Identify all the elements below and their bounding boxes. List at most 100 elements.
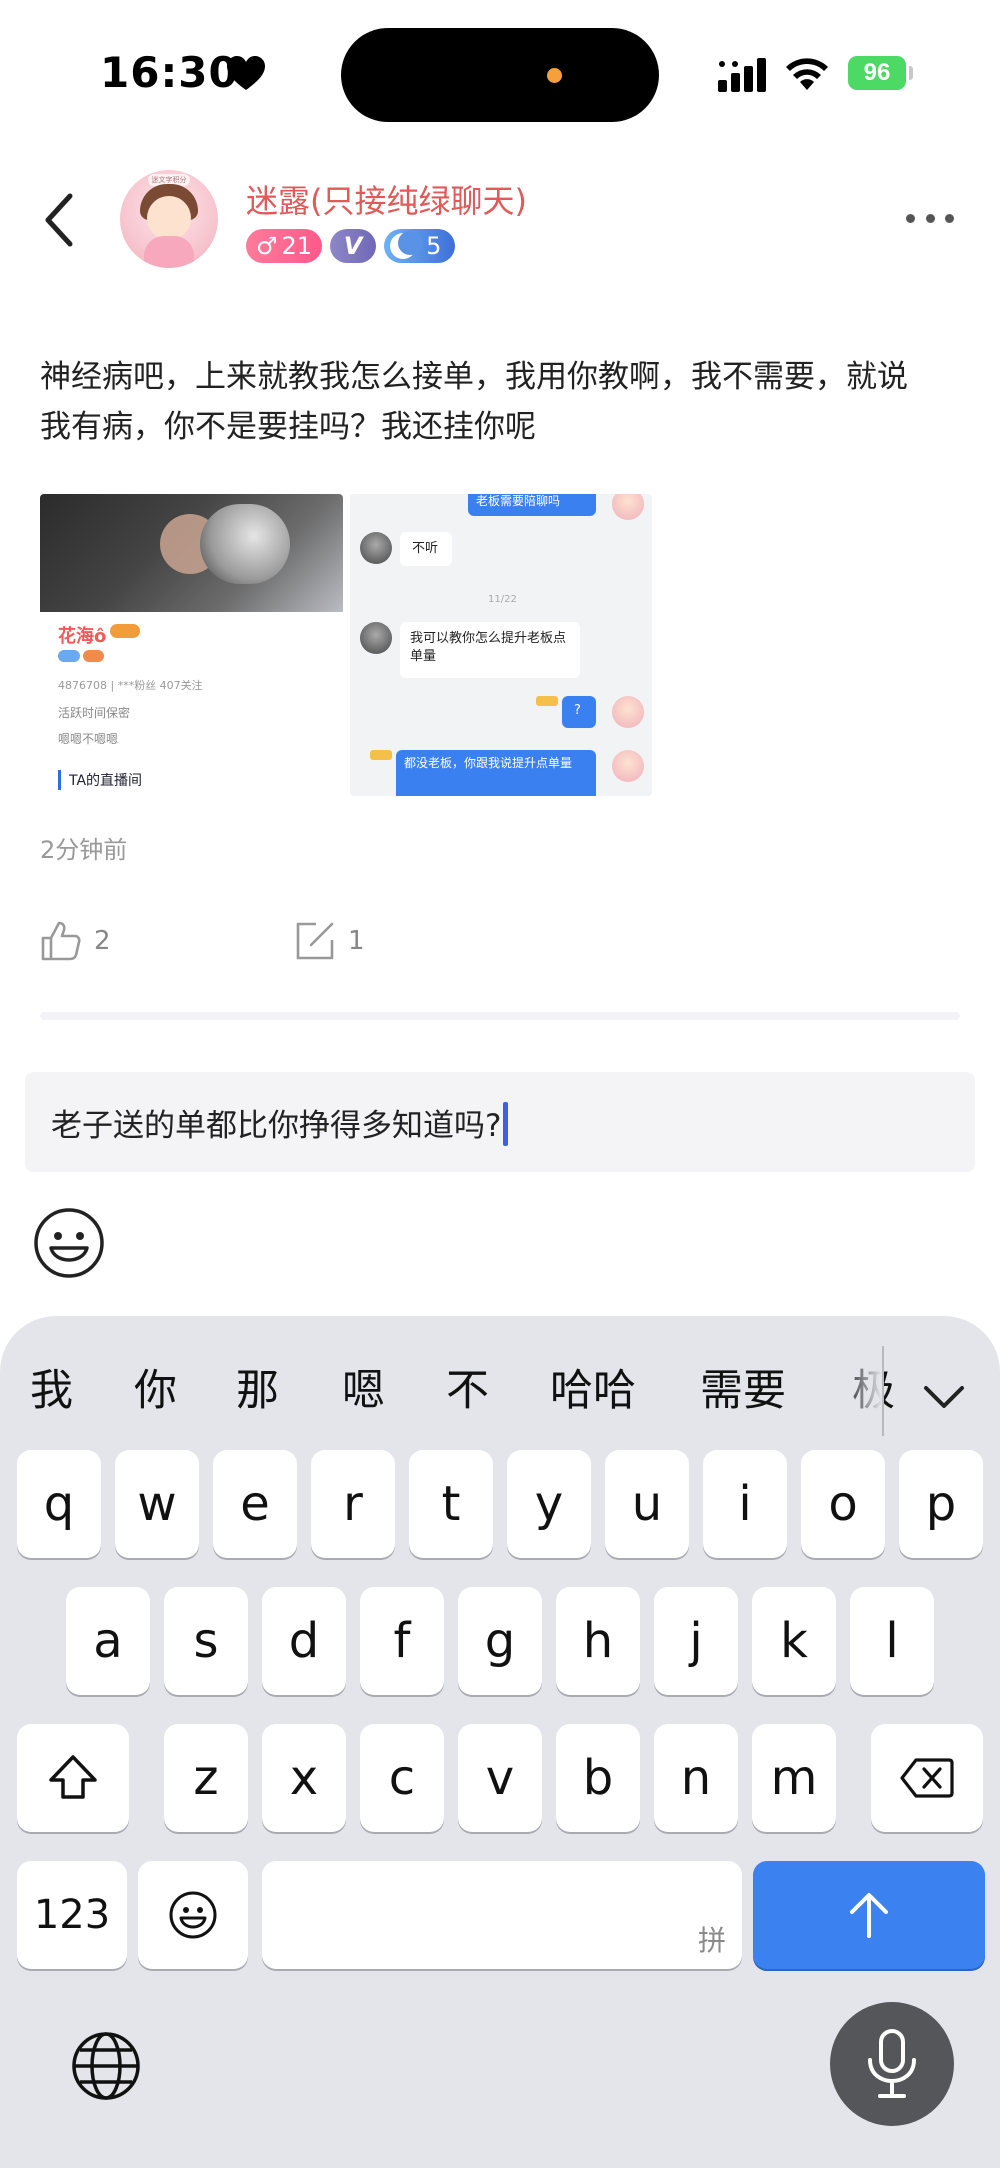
key-o[interactable]: o <box>801 1450 885 1558</box>
key-f[interactable]: f <box>360 1587 444 1695</box>
key-p[interactable]: p <box>899 1450 983 1558</box>
like-count: 2 <box>94 926 111 956</box>
key-u[interactable]: u <box>605 1450 689 1558</box>
candidate-word[interactable]: 嗯 <box>342 1356 385 1418</box>
key-q[interactable]: q <box>17 1450 101 1558</box>
avatar-dress <box>144 236 194 268</box>
moon-icon <box>390 231 423 259</box>
candidate-separator <box>882 1346 884 1436</box>
key-i[interactable]: i <box>703 1450 787 1558</box>
globe-icon[interactable] <box>70 2030 142 2102</box>
profile-id-line: 4876708 | ***粉丝 407关注 <box>58 679 203 692</box>
cover-cat <box>200 504 290 584</box>
key-c[interactable]: c <box>360 1724 444 1832</box>
microphone-icon <box>868 2029 916 2098</box>
key-d[interactable]: d <box>262 1587 346 1695</box>
profile-tags <box>58 650 104 662</box>
candidate-word[interactable]: 需要 <box>700 1356 786 1418</box>
candidate-word[interactable]: 那 <box>236 1356 279 1418</box>
username[interactable]: 迷露(只接纯绿聊天) <box>246 176 527 222</box>
post-image-profile-screenshot[interactable]: 花海ô 4876708 | ***粉丝 407关注 活跃时间保密 嗯嗯不嗯嗯 T… <box>40 494 343 796</box>
key-l[interactable]: l <box>850 1587 934 1695</box>
profile-active-time: 活跃时间保密 <box>58 706 131 720</box>
key-v[interactable]: v <box>458 1724 542 1832</box>
reply-input[interactable]: 老子送的单都比你挣得多知道吗? <box>25 1072 975 1172</box>
key-w[interactable]: w <box>115 1450 199 1558</box>
chat-msg-1: 老板需要陪聊吗 <box>476 494 561 508</box>
chat-avatar-self <box>612 696 644 728</box>
chat-msg-4: ? <box>574 703 581 718</box>
emoji-face-icon <box>169 1891 217 1939</box>
post-image-chat-screenshot[interactable]: 老板需要陪聊吗 不听 11/22 我可以教你怎么提升老板点单量 ? 都没老板，你… <box>350 494 652 796</box>
key-z[interactable]: z <box>164 1724 248 1832</box>
user-avatar[interactable]: 迷文字积分 <box>120 170 218 268</box>
back-arrow-icon[interactable] <box>40 190 80 250</box>
battery-indicator: 96 <box>848 56 906 90</box>
avatar-face <box>147 196 191 240</box>
chat-avatar-other <box>360 622 392 654</box>
space-key[interactable]: 拼 <box>262 1861 742 1969</box>
level-badge: 5 <box>384 229 456 263</box>
key-a[interactable]: a <box>66 1587 150 1695</box>
level-value: 5 <box>426 232 442 260</box>
emoji-icon[interactable] <box>32 1206 106 1280</box>
vip-badge: V <box>330 229 377 263</box>
comment-button[interactable]: 1 <box>294 920 365 962</box>
gender-age-badge: ♂ 21 <box>246 229 323 263</box>
key-h[interactable]: h <box>556 1587 640 1695</box>
chat-msg-2: 不听 <box>412 541 439 556</box>
shift-key[interactable] <box>17 1724 129 1832</box>
section-divider <box>40 1012 960 1020</box>
post-actions: 2 1 <box>40 920 540 970</box>
battery-level: 96 <box>863 59 891 86</box>
chat-date: 11/22 <box>488 594 517 605</box>
reply-input-value: 老子送的单都比你挣得多知道吗? <box>51 1108 502 1144</box>
key-y[interactable]: y <box>507 1450 591 1558</box>
key-e[interactable]: e <box>213 1450 297 1558</box>
dictation-button[interactable] <box>830 2002 954 2126</box>
send-key[interactable] <box>753 1861 985 1969</box>
candidate-word[interactable]: 不 <box>446 1356 489 1418</box>
key-m[interactable]: m <box>752 1724 836 1832</box>
numbers-key[interactable]: 123 <box>17 1861 127 1969</box>
key-n[interactable]: n <box>654 1724 738 1832</box>
key-g[interactable]: g <box>458 1587 542 1695</box>
key-j[interactable]: j <box>654 1587 738 1695</box>
more-options-button[interactable] <box>906 210 954 226</box>
key-t[interactable]: t <box>409 1450 493 1558</box>
candidate-word[interactable]: 我 <box>30 1356 73 1418</box>
candidate-word[interactable]: 你 <box>134 1356 177 1418</box>
heart-icon <box>227 56 265 90</box>
male-icon: ♂ <box>256 232 278 260</box>
chat-avatar-self <box>612 750 644 782</box>
camera-indicator-dot <box>547 68 562 83</box>
key-s[interactable]: s <box>164 1587 248 1695</box>
battery-tip <box>909 66 913 80</box>
key-b[interactable]: b <box>556 1724 640 1832</box>
chat-tag <box>370 750 392 760</box>
candidate-fade <box>840 1336 882 1436</box>
key-x[interactable]: x <box>262 1724 346 1832</box>
candidate-word[interactable]: 哈哈 <box>550 1356 636 1418</box>
like-button[interactable]: 2 <box>40 920 111 962</box>
delete-key[interactable] <box>871 1724 983 1832</box>
key-k[interactable]: k <box>752 1587 836 1695</box>
comment-count: 1 <box>348 926 365 956</box>
status-bar: 16:30 96 <box>0 0 1000 150</box>
user-badges: ♂ 21 V 5 <box>246 228 456 264</box>
profile-vip-tag <box>110 624 140 638</box>
clock: 16:30 <box>100 48 239 97</box>
chat-tag <box>536 696 558 706</box>
profile-name: 花海ô <box>58 626 107 647</box>
thumbs-up-icon <box>41 921 81 961</box>
reply-input-text-wrap: 老子送的单都比你挣得多知道吗? <box>51 1100 509 1146</box>
emoji-key[interactable] <box>138 1861 248 1969</box>
age-value: 21 <box>281 232 313 260</box>
post-timestamp: 2分钟前 <box>40 836 128 864</box>
chevron-down-icon[interactable] <box>922 1382 966 1412</box>
key-r[interactable]: r <box>311 1450 395 1558</box>
profile-live-section: TA的直播间 <box>58 770 142 790</box>
chat-msg-5: 都没老板，你跟我说提升点单量 <box>404 756 573 770</box>
edit-comment-icon <box>296 922 334 960</box>
dynamic-island <box>341 28 659 122</box>
